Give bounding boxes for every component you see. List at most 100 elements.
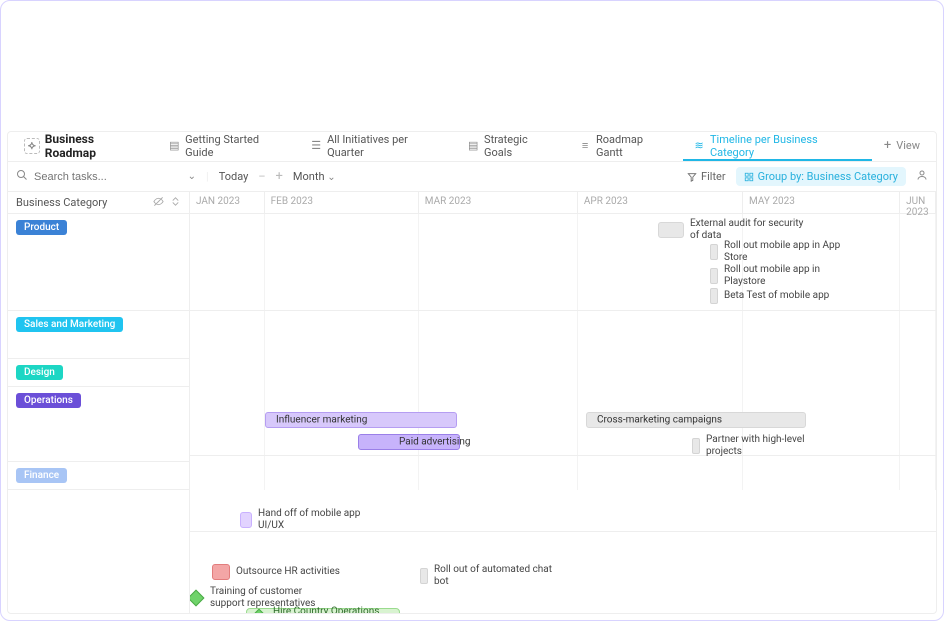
group-icon	[744, 172, 754, 182]
task-handle[interactable]	[710, 268, 718, 284]
people-icon[interactable]	[916, 169, 928, 184]
task-label: Roll out of automated chat bot	[434, 564, 554, 587]
gantt-icon: ≡	[579, 140, 591, 152]
eye-off-icon[interactable]	[153, 196, 164, 210]
toolbar-right: Filter Group by: Business Category	[687, 167, 928, 186]
tab-initiatives[interactable]: ☰ All Initiatives per Quarter	[300, 133, 455, 161]
chevron-down-icon[interactable]: ⌄	[188, 171, 196, 182]
tab-label: All Initiatives per Quarter	[327, 133, 445, 159]
task-item[interactable]: Outsource HR activities	[212, 564, 340, 580]
category-badge: Product	[16, 220, 67, 235]
milestone-icon[interactable]	[190, 589, 204, 606]
timeline-row: External audit for security of dataRoll …	[190, 214, 936, 311]
search-wrap: ⌄	[16, 169, 196, 184]
month-header: APR 2023	[578, 192, 743, 213]
collapse-icon[interactable]	[170, 196, 181, 210]
tab-getting-started[interactable]: ▤ Getting Started Guide	[158, 133, 298, 161]
task-item[interactable]: Roll out of automated chat bot	[420, 564, 554, 587]
month-header: JAN 2023	[190, 192, 265, 213]
view-tabs: ⟡ Business Roadmap ▤ Getting Started Gui…	[8, 132, 936, 162]
month-header: JUN 2023	[900, 192, 936, 213]
plus-icon: +	[884, 138, 891, 153]
task-label: Influencer marketing	[276, 415, 367, 426]
task-item[interactable]: Paid advertising	[358, 434, 460, 450]
task-label: Hire Country Operations Manager	[273, 606, 389, 613]
task-bar[interactable]: Paid advertising	[358, 434, 460, 450]
group-by-pill[interactable]: Group by: Business Category	[736, 167, 906, 186]
tab-label: Timeline per Business Category	[710, 133, 862, 159]
task-label: Beta Test of mobile app	[724, 290, 829, 302]
task-bar[interactable]: Influencer marketing	[265, 412, 457, 428]
search-icon	[16, 169, 28, 184]
zoom-out[interactable]: –	[258, 170, 265, 183]
today-button[interactable]: Today	[219, 170, 249, 183]
task-item[interactable]: Beta Test of mobile app	[710, 288, 829, 304]
category-badge: Sales and Marketing	[16, 317, 123, 332]
scale-select[interactable]: Month ⌄	[293, 170, 336, 183]
category-cell[interactable]: Design	[8, 359, 189, 387]
month-header: MAY 2023	[743, 192, 900, 213]
timeline-icon: ≋	[693, 140, 705, 152]
category-cell[interactable]: Finance	[8, 462, 189, 490]
task-handle[interactable]	[710, 288, 718, 304]
app-frame: ⟡ Business Roadmap ▤ Getting Started Gui…	[0, 0, 944, 621]
task-label: Outsource HR activities	[236, 566, 340, 578]
timeline-row: Influencer marketing Paid advertising Cros…	[190, 408, 936, 456]
task-handle[interactable]	[692, 438, 700, 454]
category-badge: Finance	[16, 468, 67, 483]
task-item[interactable]: Cross-marketing campaigns	[586, 412, 806, 428]
left-column: Business Category Product Sales and Marke…	[8, 192, 190, 613]
task-item[interactable]: Influencer marketing	[265, 412, 457, 428]
filter-button[interactable]: Filter	[687, 170, 726, 183]
task-label: Cross-marketing campaigns	[597, 415, 722, 426]
task-bar[interactable]: Hire Country Operations Manager	[246, 608, 400, 613]
task-item[interactable]: Roll out mobile app in App Store	[710, 240, 844, 263]
task-item[interactable]: External audit for security of data	[658, 218, 810, 241]
add-view-button[interactable]: + View	[874, 133, 930, 161]
timeline-grid[interactable]: External audit for security of dataRoll …	[190, 214, 936, 490]
task-handle[interactable]	[420, 568, 428, 584]
task-label: Roll out mobile app in Playstore	[724, 264, 844, 287]
task-item[interactable]: Partner with high-level projects	[692, 434, 826, 457]
category-cell[interactable]: Sales and Marketing	[8, 311, 189, 359]
left-header: Business Category	[8, 192, 189, 214]
task-handle[interactable]	[710, 244, 718, 260]
task-bar[interactable]	[658, 222, 684, 238]
tab-timeline-category[interactable]: ≋ Timeline per Business Category	[683, 133, 872, 161]
category-badge: Design	[16, 365, 63, 380]
inner-panel: ⟡ Business Roadmap ▤ Getting Started Gui…	[7, 131, 937, 614]
tab-strategic-goals[interactable]: ▤ Strategic Goals	[457, 133, 567, 161]
task-bar[interactable]	[212, 564, 230, 580]
tab-label: Getting Started Guide	[185, 133, 288, 159]
tab-label: Roadmap Gantt	[596, 133, 671, 159]
category-cell[interactable]: Operations	[8, 387, 189, 462]
task-label: Roll out mobile app in App Store	[724, 240, 844, 263]
task-item[interactable]: Hand off of mobile app UI/UX	[240, 508, 378, 531]
tab-roadmap-gantt[interactable]: ≡ Roadmap Gantt	[569, 133, 681, 161]
task-bar[interactable]	[240, 512, 252, 528]
month-header: FEB 2023	[265, 192, 419, 213]
roadmap-icon: ⟡	[24, 138, 40, 154]
task-label: Paid advertising	[399, 437, 470, 448]
search-input[interactable]	[34, 171, 182, 183]
list-icon: ☰	[310, 140, 322, 152]
milestone-icon	[251, 609, 268, 613]
group-column-label: Business Category	[16, 196, 107, 209]
add-view-label: View	[896, 139, 920, 152]
tab-main-label: Business Roadmap	[45, 132, 147, 160]
tab-label: Strategic Goals	[484, 133, 557, 159]
doc-icon: ▤	[467, 140, 479, 152]
months-header: JAN 2023FEB 2023MAR 2023APR 2023MAY 2023…	[190, 192, 936, 214]
chevron-down-icon: ⌄	[327, 172, 335, 183]
task-label: Hand off of mobile app UI/UX	[258, 508, 378, 531]
task-item[interactable]: Hire Country Operations Manager	[246, 608, 400, 613]
task-bar[interactable]: Cross-marketing campaigns	[586, 412, 806, 428]
tab-main[interactable]: ⟡ Business Roadmap	[14, 133, 156, 161]
task-item[interactable]: Roll out mobile app in Playstore	[710, 264, 844, 287]
filter-icon	[687, 172, 697, 182]
zoom-in[interactable]: +	[276, 169, 283, 184]
category-cell[interactable]: Product	[8, 214, 189, 311]
toolbar: ⌄ | Today – + Month ⌄ Filter Group by: B…	[8, 162, 936, 192]
task-label: Partner with high-level projects	[706, 434, 826, 457]
timeline: Business Category Product Sales and Marke…	[8, 192, 936, 613]
